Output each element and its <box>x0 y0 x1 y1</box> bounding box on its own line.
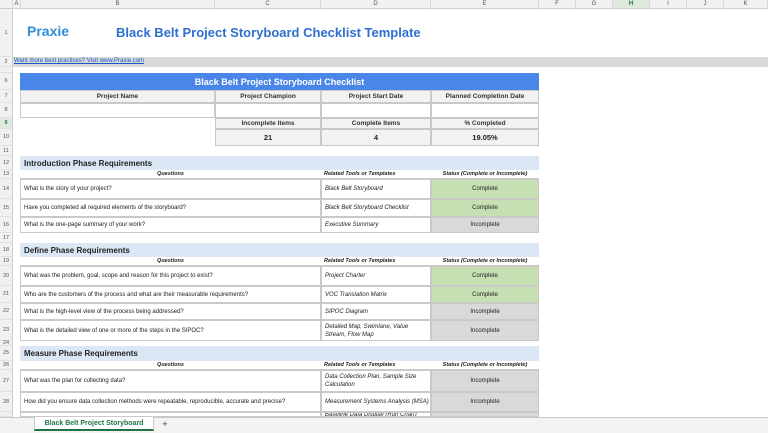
column-header-d[interactable]: D <box>321 0 431 9</box>
row-header[interactable]: 9 <box>0 118 13 129</box>
tool-cell[interactable]: Data Collection Plan, Sample Size Calcul… <box>321 370 431 392</box>
column-header-g[interactable]: G <box>576 0 613 9</box>
question-cell[interactable]: What was the problem, goal, scope and re… <box>20 266 321 286</box>
status-cell[interactable]: Complete <box>431 199 539 217</box>
status-cell[interactable]: Incomplete <box>431 370 539 392</box>
project-champion-header: Project Champion <box>215 90 321 103</box>
praxie-link[interactable]: Want more best practices? Visit www.Prax… <box>14 58 144 64</box>
section-title-measure: Measure Phase Requirements <box>20 346 539 361</box>
row-header[interactable]: 16 <box>0 217 13 233</box>
question-cell[interactable]: What is the story of your project? <box>20 179 321 199</box>
question-cell[interactable]: What is the one-page summary of your wor… <box>20 217 321 233</box>
column-header-i[interactable]: I <box>650 0 687 9</box>
complete-items-header: Complete Items <box>321 118 431 129</box>
status-cell[interactable]: Complete <box>431 266 539 286</box>
row-header[interactable]: 15 <box>0 199 13 217</box>
questions-header: Questions <box>20 170 321 179</box>
question-cell[interactable]: What is the high-level view of the proce… <box>20 303 321 320</box>
complete-items-value: 4 <box>321 129 431 146</box>
corner-select-all[interactable] <box>0 0 13 9</box>
row-header[interactable]: 8 <box>0 103 13 118</box>
questions-header: Questions <box>20 361 321 370</box>
tool-cell[interactable]: Project Charter <box>321 266 431 286</box>
incomplete-items-value: 21 <box>215 129 321 146</box>
status-header: Status (Complete or Incomplete) <box>431 257 539 266</box>
planned-completion-input[interactable] <box>431 103 539 118</box>
tools-header: Related Tools or Templates <box>321 361 431 370</box>
row-header[interactable]: 21 <box>0 286 13 303</box>
column-header-j[interactable]: J <box>687 0 724 9</box>
row-header[interactable]: 13 <box>0 170 13 179</box>
row-header[interactable]: 25 <box>0 346 13 361</box>
status-header: Status (Complete or Incomplete) <box>431 361 539 370</box>
row-header[interactable]: 22 <box>0 303 13 320</box>
row-header[interactable]: 27 <box>0 370 13 392</box>
tool-cell[interactable]: Measurement Systems Analysis (MSA) <box>321 392 431 412</box>
tool-cell[interactable]: Black Belt Storyboard <box>321 179 431 199</box>
status-cell[interactable]: Complete <box>431 179 539 199</box>
tool-cell[interactable]: SIPOC Diagram <box>321 303 431 320</box>
status-header: Status (Complete or Incomplete) <box>431 170 539 179</box>
checklist-banner: Black Belt Project Storyboard Checklist <box>20 73 539 90</box>
row-header[interactable]: 19 <box>0 257 13 266</box>
row-header[interactable]: 7 <box>0 90 13 103</box>
column-header-b[interactable]: B <box>21 0 215 9</box>
row-header[interactable]: 17 <box>0 233 13 243</box>
tools-header: Related Tools or Templates <box>321 257 431 266</box>
row-header[interactable]: 2 <box>0 57 13 67</box>
column-header-c[interactable]: C <box>215 0 321 9</box>
row-header[interactable]: 28 <box>0 392 13 412</box>
column-header-h[interactable]: H <box>613 0 650 9</box>
section-title-introduction: Introduction Phase Requirements <box>20 156 539 170</box>
status-cell[interactable]: Complete <box>431 286 539 303</box>
column-header-k[interactable]: K <box>724 0 768 9</box>
question-cell[interactable]: Have you completed all required elements… <box>20 199 321 217</box>
project-start-date-header: Project Start Date <box>321 90 431 103</box>
tool-cell[interactable]: Executive Summary <box>321 217 431 233</box>
status-cell[interactable]: Incomplete <box>431 217 539 233</box>
tool-cell[interactable]: Black Belt Storyboard Checklist <box>321 199 431 217</box>
row-header[interactable]: 23 <box>0 320 13 341</box>
question-cell[interactable]: What was the plan for collecting data? <box>20 370 321 392</box>
tool-cell[interactable]: Detailed Map, Swimlane, Value Stream, Fl… <box>321 320 431 341</box>
project-name-header: Project Name <box>20 90 215 103</box>
row-header[interactable]: 12 <box>0 156 13 170</box>
question-cell[interactable]: Who are the customers of the process and… <box>20 286 321 303</box>
column-header-e[interactable]: E <box>431 0 539 9</box>
status-cell[interactable]: Incomplete <box>431 392 539 412</box>
status-cell[interactable]: Incomplete <box>431 303 539 320</box>
questions-header: Questions <box>20 257 321 266</box>
row-header[interactable]: 20 <box>0 266 13 286</box>
sheet-tab-active[interactable]: Black Belt Project Storyboard <box>34 417 154 431</box>
row-header[interactable]: 6 <box>0 73 13 90</box>
project-name-input[interactable] <box>20 103 215 118</box>
percent-completed-value: 19.05% <box>431 129 539 146</box>
row-header[interactable]: 26 <box>0 361 13 370</box>
praxie-logo: Praxie <box>27 23 70 39</box>
incomplete-items-header: Incomplete Items <box>215 118 321 129</box>
tool-cell[interactable]: VOC Translation Matrix <box>321 286 431 303</box>
status-cell[interactable]: Incomplete <box>431 320 539 341</box>
section-title-define: Define Phase Requirements <box>20 243 539 257</box>
page-title: Black Belt Project Storyboard Checklist … <box>116 25 421 40</box>
row-header[interactable]: 10 <box>0 129 13 146</box>
row-header[interactable]: 18 <box>0 243 13 257</box>
sheet-nav-area <box>2 420 28 430</box>
add-sheet-button[interactable]: + <box>158 418 172 430</box>
project-start-date-input[interactable] <box>321 103 431 118</box>
planned-completion-header: Planned Completion Date <box>431 90 539 103</box>
column-header-a[interactable]: A <box>13 0 21 9</box>
project-champion-input[interactable] <box>215 103 321 118</box>
row-header[interactable]: 14 <box>0 179 13 199</box>
question-cell[interactable]: What is the detailed view of one or more… <box>20 320 321 341</box>
percent-completed-header: % Completed <box>431 118 539 129</box>
column-header-f[interactable]: F <box>539 0 576 9</box>
row-header[interactable]: 1 <box>0 9 13 57</box>
question-cell[interactable]: How did you ensure data collection metho… <box>20 392 321 412</box>
row-header[interactable]: 11 <box>0 146 13 156</box>
tools-header: Related Tools or Templates <box>321 170 431 179</box>
